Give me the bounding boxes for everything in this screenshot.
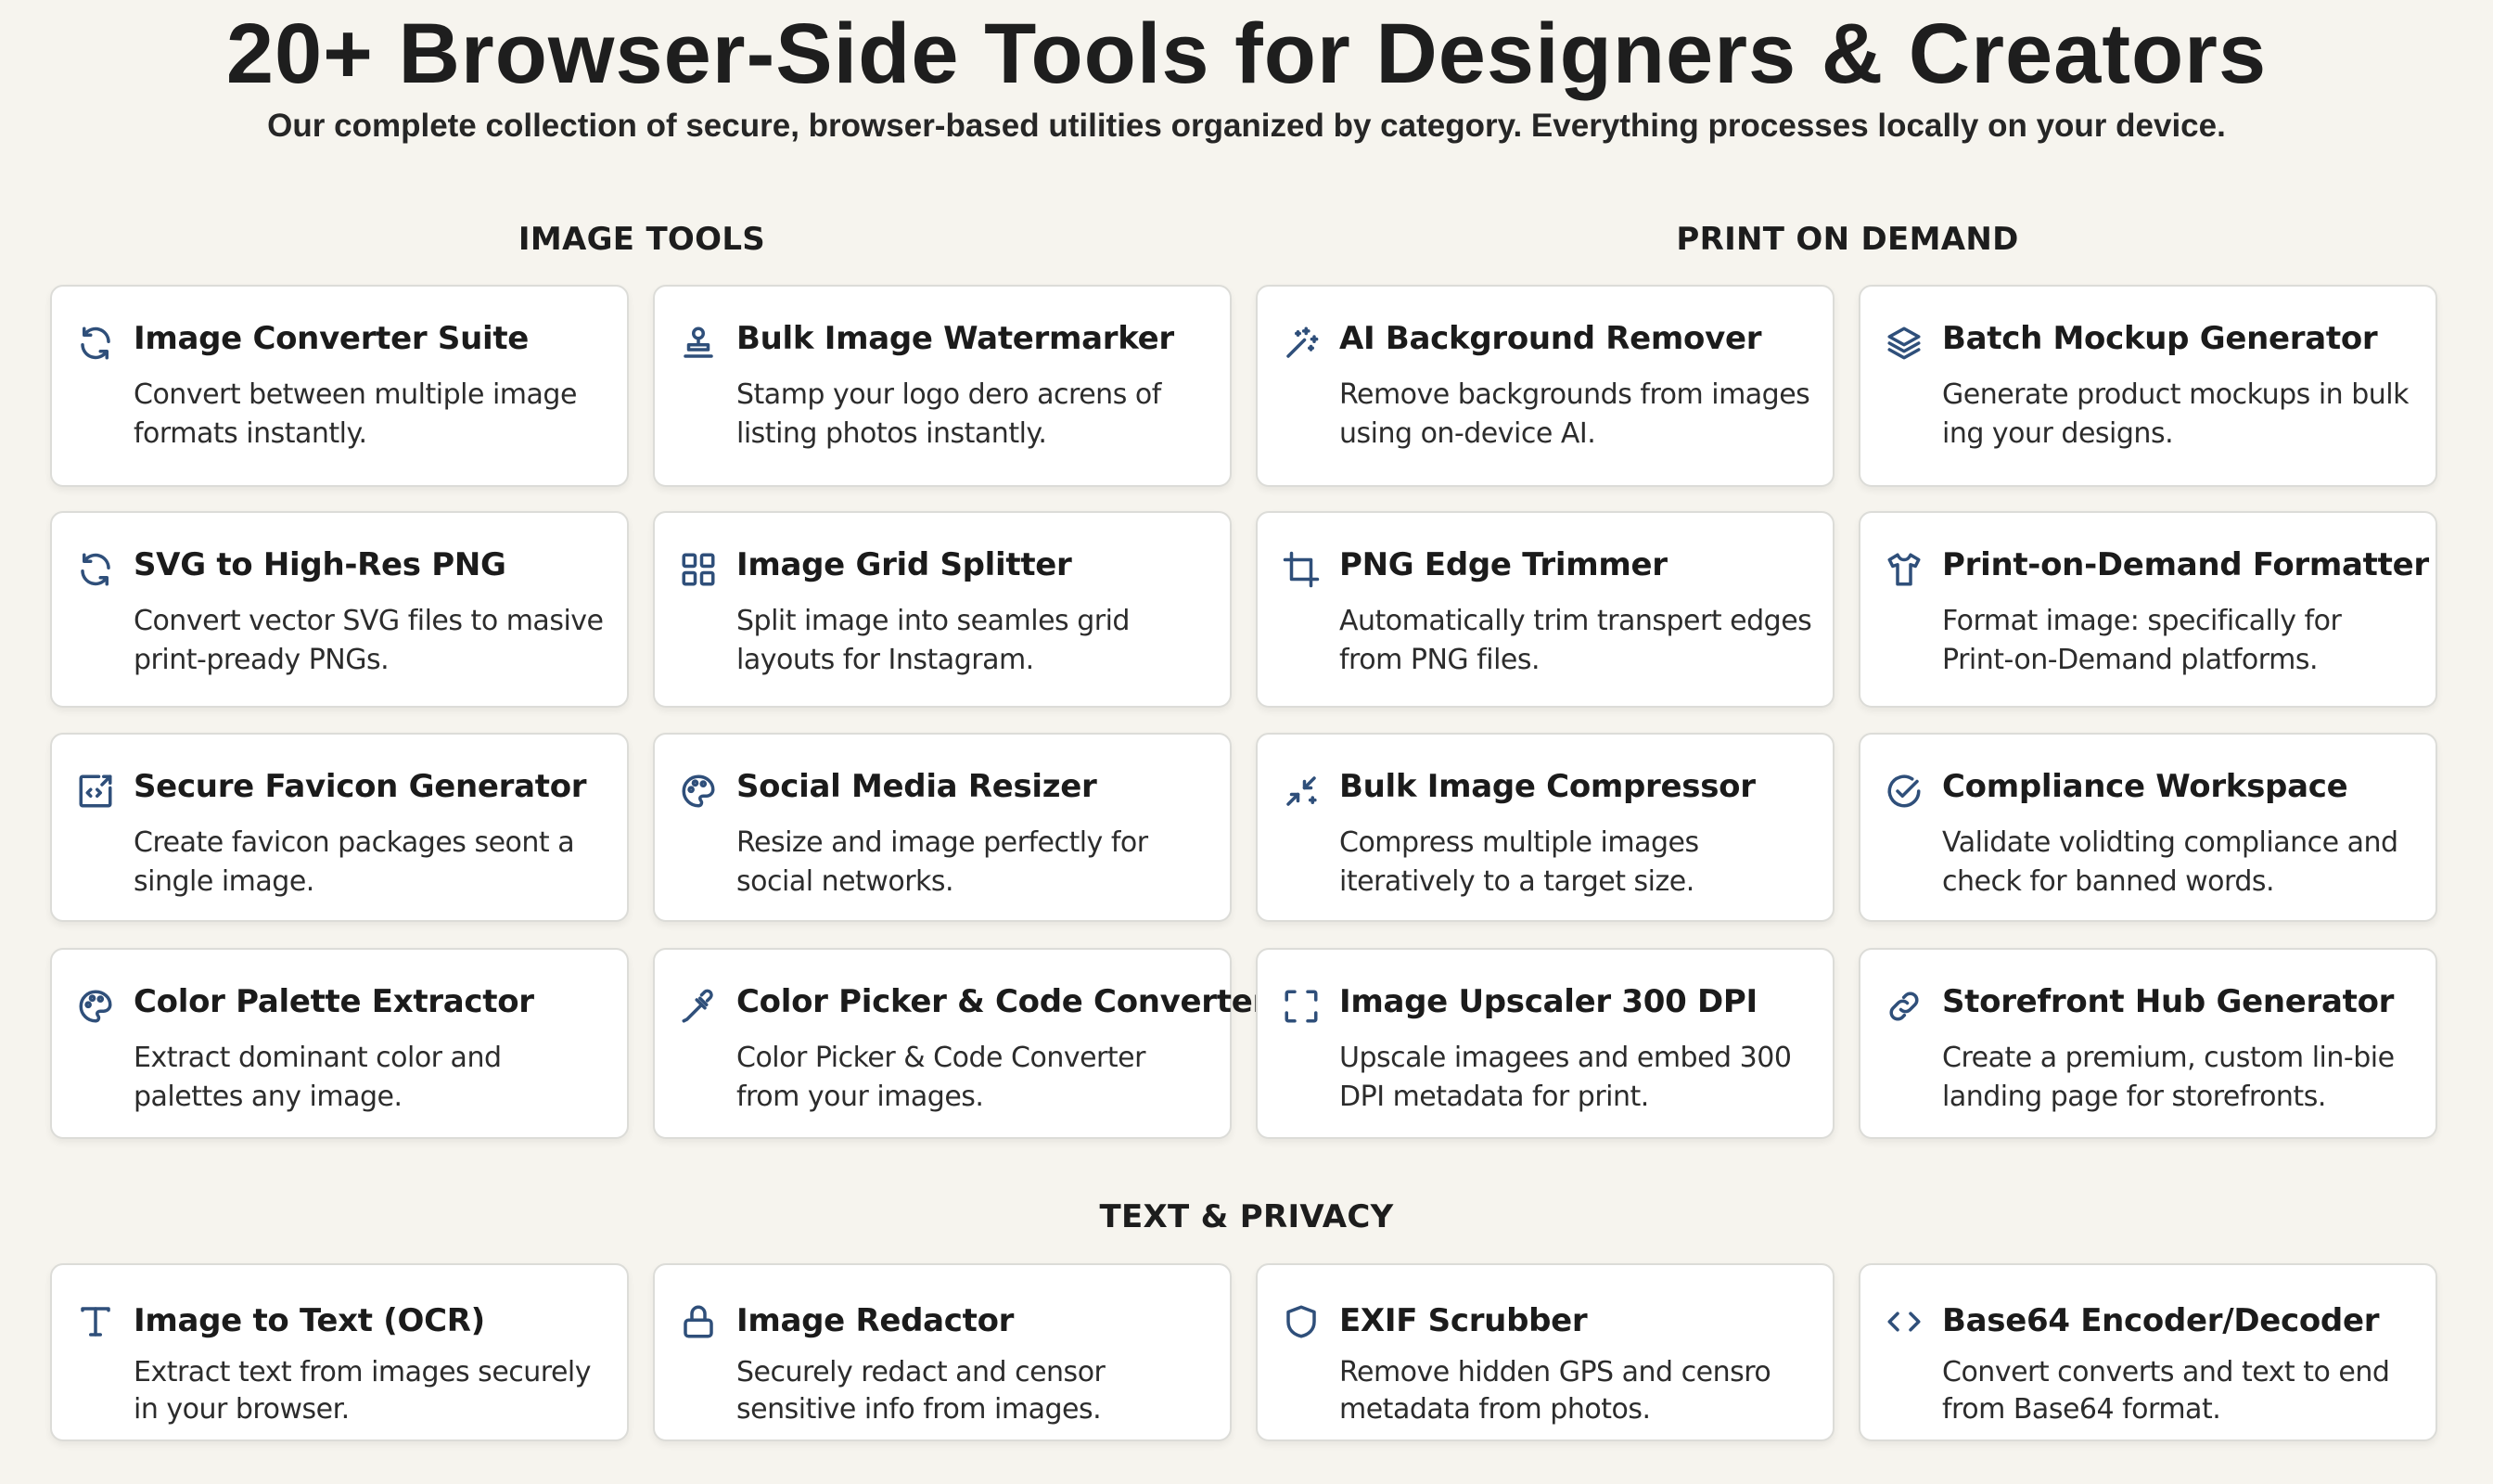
crop-icon	[1282, 550, 1321, 589]
tool-description: Convert vector SVG files to masive print…	[134, 605, 604, 676]
tool-card-storefront-hub-generator[interactable]: Storefront Hub Generator Create a premiu…	[1859, 948, 2437, 1139]
layers-icon	[1885, 324, 1924, 363]
link-icon	[1885, 987, 1924, 1026]
tool-card-exif-scrubber[interactable]: EXIF Scrubber Remove hidden GPS and cens…	[1256, 1263, 1835, 1441]
tshirt-icon	[1885, 550, 1924, 589]
shield-icon	[1282, 1302, 1321, 1341]
tool-description: Automatically trim transpert edges from …	[1339, 605, 1812, 676]
tool-card-color-picker-code-converter[interactable]: Color Picker & Code Converter Color Pick…	[653, 948, 1268, 1139]
tool-card-social-media-resizer[interactable]: Social Media Resizer Resize and image pe…	[653, 733, 1232, 922]
compress-arrows-icon	[1282, 772, 1321, 811]
tool-description: Split image into seamles grid layouts fo…	[736, 605, 1130, 676]
section-heading-image-tools: IMAGE TOOLS	[518, 221, 766, 258]
tool-card-image-grid-splitter[interactable]: Image Grid Splitter Split image into sea…	[653, 511, 1232, 708]
tool-card-bulk-image-compressor[interactable]: Bulk Image Compressor Compress multiple …	[1256, 733, 1835, 922]
tool-description: Validate volidting compliance and check …	[1942, 826, 2398, 898]
tool-description: Format image: specifically for Print-on-…	[1942, 605, 2342, 676]
tool-title: Bulk Image Compressor	[1339, 768, 1756, 805]
page-title: 20+ Browser-Side Tools for Designers & C…	[225, 6, 2268, 101]
tool-description: Remove backgrounds from images using on-…	[1339, 378, 1810, 450]
refresh-icon	[76, 550, 115, 589]
tool-card-bulk-image-watermarker[interactable]: Bulk Image Watermarker Stamp your logo d…	[653, 285, 1232, 487]
tool-card-ai-background-remover[interactable]: AI Background Remover Remove backgrounds…	[1256, 285, 1835, 487]
eyedropper-icon	[679, 987, 718, 1026]
tool-title: Compliance Workspace	[1942, 768, 2348, 805]
tool-description: Stamp your logo dero acrens of listing p…	[736, 378, 1161, 450]
tool-title: Batch Mockup Generator	[1942, 320, 2378, 357]
palette-icon	[679, 772, 718, 811]
tool-card-secure-favicon-generator[interactable]: Secure Favicon Generator Create favicon …	[50, 733, 629, 922]
section-heading-text-privacy: TEXT & PRIVACY	[1099, 1198, 1394, 1235]
tool-description: Resize and image perfectly for social ne…	[736, 826, 1148, 898]
tool-title: Image to Text (OCR)	[134, 1302, 485, 1339]
tool-title: Base64 Encoder/Decoder	[1942, 1302, 2380, 1339]
expand-icon	[1282, 987, 1321, 1026]
tool-description: Generate product mockups in bulk ing you…	[1942, 378, 2409, 450]
magic-wand-icon	[1282, 324, 1321, 363]
page-subtitle: Our complete collection of secure, brows…	[267, 108, 2226, 144]
tool-title: EXIF Scrubber	[1339, 1302, 1588, 1339]
tool-description: Extract dominant color and palettes any …	[134, 1042, 502, 1113]
tool-card-print-on-demand-formatter[interactable]: Print-on-Demand Formatter Format image: …	[1859, 511, 2437, 708]
lock-icon	[679, 1302, 718, 1341]
refresh-icon	[76, 324, 115, 363]
tool-card-base64-encoder-decoder[interactable]: Base64 Encoder/Decoder Convert converts …	[1859, 1263, 2437, 1441]
tool-description: Create a premium, custom lin-bie landing…	[1942, 1042, 2395, 1113]
tool-title: AI Background Remover	[1339, 320, 1762, 357]
tool-title: Image Grid Splitter	[736, 546, 1072, 583]
tool-title: Image Redactor	[736, 1302, 1015, 1339]
stamp-icon	[679, 324, 718, 363]
tool-card-image-redactor[interactable]: Image Redactor Securely redact and censo…	[653, 1263, 1232, 1441]
tool-title: Storefront Hub Generator	[1942, 983, 2395, 1020]
tool-description: Extract text from images securely in you…	[134, 1356, 592, 1426]
tool-card-svg-to-high-res-png[interactable]: SVG to High-Res PNG Convert vector SVG f…	[50, 511, 629, 708]
tool-description: Convert converts and text to end from Ba…	[1942, 1356, 2390, 1426]
check-circle-icon	[1885, 772, 1924, 811]
code-icon	[1885, 1302, 1924, 1341]
tool-card-image-converter-suite[interactable]: Image Converter Suite Convert between mu…	[50, 285, 629, 487]
tool-card-batch-mockup-generator[interactable]: Batch Mockup Generator Generate product …	[1859, 285, 2437, 487]
tool-description: Color Picker & Code Converter from your …	[736, 1042, 1145, 1113]
text-icon	[76, 1302, 115, 1341]
tool-title: Social Media Resizer	[736, 768, 1097, 805]
tool-description: Remove hidden GPS and censro metadata fr…	[1339, 1356, 1771, 1426]
tool-card-image-upscaler-300-dpi[interactable]: Image Upscaler 300 DPI Upscale imagees a…	[1256, 948, 1835, 1139]
tool-description: Compress multiple images iteratively to …	[1339, 826, 1699, 898]
tool-title: PNG Edge Trimmer	[1339, 546, 1668, 583]
tool-title: Secure Favicon Generator	[134, 768, 587, 805]
tool-title: Image Converter Suite	[134, 320, 530, 357]
section-heading-print-on-demand: PRINT ON DEMAND	[1676, 221, 2019, 258]
code-frame-icon	[76, 772, 115, 811]
tool-title: Image Upscaler 300 DPI	[1339, 983, 1758, 1020]
tool-title: SVG to High-Res PNG	[134, 546, 506, 583]
tool-title: Color Picker & Code Converter	[736, 983, 1268, 1020]
tool-title: Bulk Image Watermarker	[736, 320, 1174, 357]
tool-title: Color Palette Extractor	[134, 983, 534, 1020]
palette-icon	[76, 987, 115, 1026]
tool-title: Print-on-Demand Formatter	[1942, 546, 2429, 583]
tool-description: Upscale imagees and embed 300 DPI metada…	[1339, 1042, 1792, 1113]
tool-card-compliance-workspace[interactable]: Compliance Workspace Validate volidting …	[1859, 733, 2437, 922]
tool-card-color-palette-extractor[interactable]: Color Palette Extractor Extract dominant…	[50, 948, 629, 1139]
tool-card-image-to-text-ocr[interactable]: Image to Text (OCR) Extract text from im…	[50, 1263, 629, 1441]
tool-description: Create favicon packages seont a single i…	[134, 826, 575, 898]
tool-description: Convert between multiple image formats i…	[134, 378, 577, 450]
grid-icon	[679, 550, 718, 589]
tool-description: Securely redact and censor sensitive inf…	[736, 1356, 1106, 1426]
tool-card-png-edge-trimmer[interactable]: PNG Edge Trimmer Automatically trim tran…	[1256, 511, 1835, 708]
